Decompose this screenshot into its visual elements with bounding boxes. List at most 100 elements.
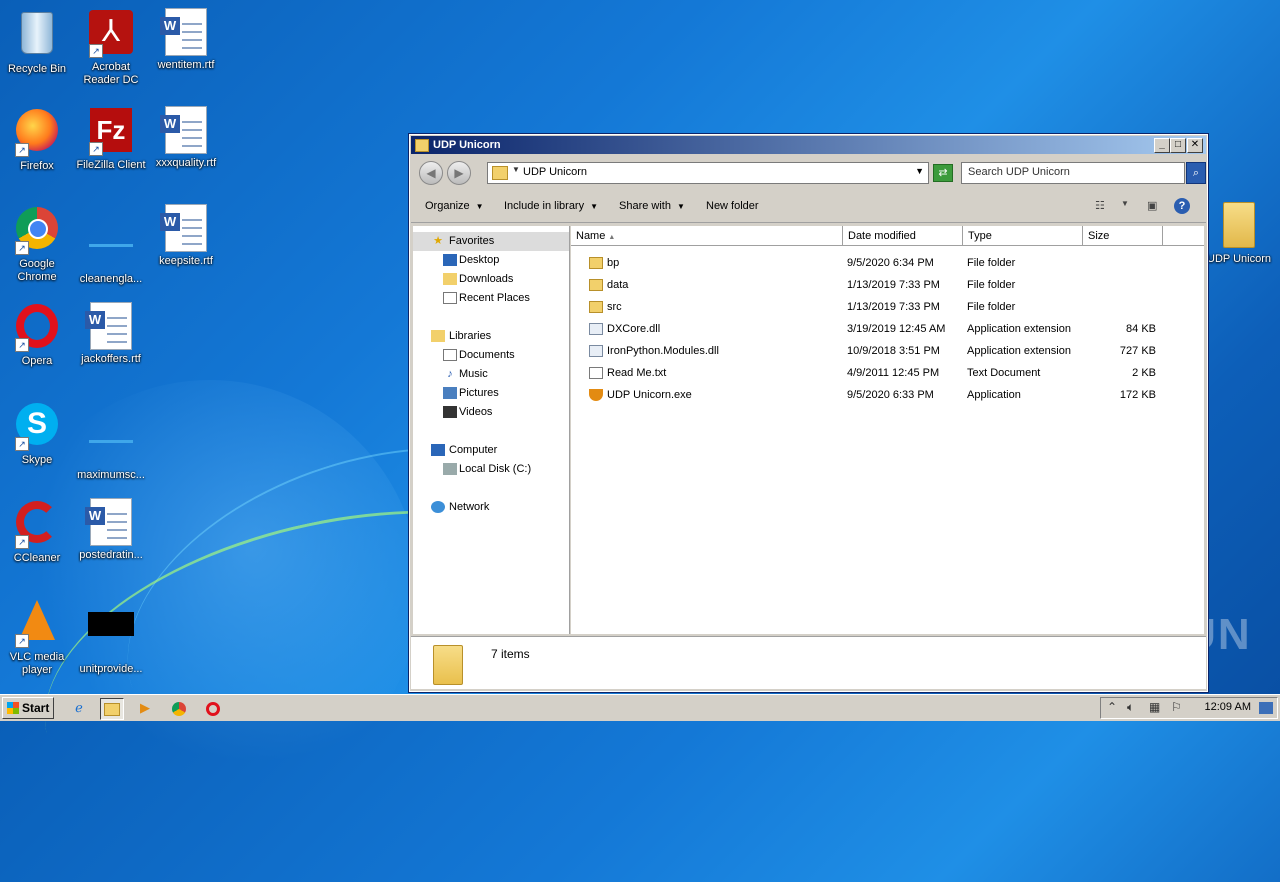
music-icon: ♪ <box>447 368 453 380</box>
file-icon <box>87 418 135 466</box>
opera-icon: ↗ <box>13 304 61 352</box>
pictures-icon <box>443 387 457 399</box>
navigation-pane: ★ Favorites Desktop Downloads Recent Plac… <box>413 226 570 634</box>
desktop-icon-label: Opera <box>21 355 53 367</box>
desktop-icon-cleanengla[interactable]: cleanengla... <box>74 204 148 286</box>
desktop-icon-skype[interactable]: S ↗ Skype <box>0 400 74 467</box>
desktop-icon-label: VLC media player <box>9 651 65 676</box>
word-document-icon: W <box>160 204 210 252</box>
nav-music[interactable]: ♪ Music <box>413 365 569 384</box>
forward-button[interactable]: ▶ <box>447 161 471 185</box>
desktop-icon-acrobat[interactable]: ⅄ ↗ Acrobat Reader DC <box>74 8 148 87</box>
breadcrumb-arrow-icon: ▼ <box>512 165 520 174</box>
close-button[interactable]: ✕ <box>1187 138 1203 153</box>
nav-documents[interactable]: Documents <box>413 346 569 365</box>
clock[interactable]: 12:09 AM <box>1205 701 1251 713</box>
network-status-icon[interactable]: ▦ <box>1149 700 1160 714</box>
back-button[interactable]: ◀ <box>419 161 443 185</box>
column-header-size[interactable]: Size <box>1083 226 1163 246</box>
desktop-icon-chrome[interactable]: ↗ Google Chrome <box>0 204 74 284</box>
file-icon <box>87 612 135 660</box>
preview-pane-icon[interactable]: ▣ <box>1147 199 1161 213</box>
action-center-flag-icon[interactable]: ⚐ <box>1171 700 1182 714</box>
word-document-icon: W <box>160 8 210 56</box>
nav-videos[interactable]: Videos <box>413 403 569 422</box>
show-hidden-icons-icon[interactable]: ⌃ <box>1107 700 1117 714</box>
file-row[interactable]: DXCore.dll 3/19/2019 12:45 AM Applicatio… <box>571 318 1204 340</box>
column-header-date[interactable]: Date modified <box>843 226 963 246</box>
desktop-icon-maximumsc[interactable]: maximumsc... <box>74 400 148 482</box>
desktop-icon-label: maximumsc... <box>77 469 145 481</box>
media-player-icon[interactable]: ▶ <box>134 698 156 718</box>
address-row: ◀ ▶ ▼ UDP Unicorn ▼ ⇄ Search UDP Unicorn… <box>411 156 1206 190</box>
show-desktop-icon[interactable] <box>1259 702 1273 714</box>
application-icon <box>589 389 603 401</box>
column-header-name[interactable]: Name ▲ <box>571 226 843 246</box>
desktop-icon-filezilla[interactable]: Fz ↗ FileZilla Client <box>74 106 148 172</box>
nav-computer[interactable]: Computer <box>413 441 569 460</box>
opera-taskbar-icon[interactable] <box>202 698 224 718</box>
item-count: 7 items <box>491 647 530 661</box>
column-header-extra[interactable] <box>1163 226 1204 246</box>
ccleaner-icon: ↗ <box>13 501 61 549</box>
search-input[interactable]: Search UDP Unicorn ⌕ <box>961 162 1206 184</box>
folder-icon <box>104 703 120 717</box>
new-folder-button[interactable]: New folder <box>706 200 759 212</box>
nav-downloads[interactable]: Downloads <box>413 270 569 289</box>
windows-logo-icon <box>7 702 19 714</box>
nav-local-disk[interactable]: Local Disk (C:) <box>413 460 569 479</box>
nav-recent-places[interactable]: Recent Places <box>413 289 569 308</box>
desktop-icon-recycle-bin[interactable]: Recycle Bin <box>0 8 74 76</box>
internet-explorer-icon[interactable]: ℯ <box>68 698 90 718</box>
desktop-icon-postedratin[interactable]: W postedratin... <box>74 498 148 562</box>
chrome-taskbar-icon[interactable] <box>168 698 190 718</box>
desktop-icon-jackoffers[interactable]: W jackoffers.rtf <box>74 302 148 366</box>
view-options-icon[interactable]: ☷ <box>1095 199 1109 213</box>
refresh-button[interactable]: ⇄ <box>933 164 953 182</box>
explorer-taskbar-button[interactable] <box>100 698 124 720</box>
minimize-button[interactable]: _ <box>1154 138 1170 153</box>
window-title: UDP Unicorn <box>433 139 501 151</box>
start-button[interactable]: Start <box>2 697 54 719</box>
search-icon[interactable]: ⌕ <box>1186 162 1206 184</box>
include-in-library-button[interactable]: Include in library ▼ <box>504 200 598 212</box>
desktop-icon-xxxquality[interactable]: W xxxquality.rtf <box>149 106 223 170</box>
file-row[interactable]: UDP Unicorn.exe 9/5/2020 6:33 PM Applica… <box>571 384 1204 406</box>
command-bar: Organize ▼ Include in library ▼ Share with… <box>411 192 1206 223</box>
address-bar[interactable]: ▼ UDP Unicorn ▼ <box>487 162 929 184</box>
chevron-down-icon[interactable]: ▼ <box>1121 199 1135 213</box>
desktop-icon-label: Firefox <box>20 160 54 172</box>
column-header-type[interactable]: Type <box>963 226 1083 246</box>
nav-network[interactable]: Network <box>413 498 569 517</box>
skype-icon: S ↗ <box>13 403 61 451</box>
file-list: Name ▲ Date modified Type Size bp 9/5/20… <box>571 226 1204 634</box>
share-with-button[interactable]: Share with ▼ <box>619 200 685 212</box>
desktop-icon-unitprovide[interactable]: unitprovide... <box>74 596 148 676</box>
file-row[interactable]: data 1/13/2019 7:33 PM File folder <box>571 274 1204 296</box>
desktop-icon-keepsite[interactable]: W keepsite.rtf <box>149 204 223 268</box>
file-row[interactable]: src 1/13/2019 7:33 PM File folder <box>571 296 1204 318</box>
volume-icon[interactable]: 🔈︎ <box>1127 700 1134 715</box>
desktop-icon-firefox[interactable]: ↗ Firefox <box>0 106 74 173</box>
filezilla-icon: Fz ↗ <box>87 108 135 156</box>
folder-icon <box>589 279 603 291</box>
computer-icon <box>431 444 445 456</box>
nav-favorites[interactable]: ★ Favorites <box>413 232 569 251</box>
file-row[interactable]: bp 9/5/2020 6:34 PM File folder <box>571 252 1204 274</box>
system-tray: ⌃ 🔈︎ ▦ ⚐ 12:09 AM <box>1100 697 1278 719</box>
nav-desktop[interactable]: Desktop <box>413 251 569 270</box>
desktop-icon-ccleaner[interactable]: ↗ CCleaner <box>0 498 74 565</box>
desktop-icon-wentitem[interactable]: W wentitem.rtf <box>149 8 223 72</box>
chevron-down-icon[interactable]: ▼ <box>915 166 924 176</box>
desktop-icon-opera[interactable]: ↗ Opera <box>0 302 74 368</box>
title-bar[interactable]: UDP Unicorn _ □ ✕ <box>411 136 1206 154</box>
nav-libraries[interactable]: Libraries <box>413 327 569 346</box>
desktop-icon-vlc[interactable]: ↗ VLC media player <box>0 596 74 677</box>
organize-button[interactable]: Organize ▼ <box>425 200 484 212</box>
maximize-button[interactable]: □ <box>1170 138 1186 153</box>
file-row[interactable]: IronPython.Modules.dll 10/9/2018 3:51 PM… <box>571 340 1204 362</box>
help-icon[interactable]: ? <box>1174 198 1190 214</box>
nav-pictures[interactable]: Pictures <box>413 384 569 403</box>
desktop-icon-udp-unicorn[interactable]: UDP Unicorn <box>1202 200 1276 266</box>
file-row[interactable]: Read Me.txt 4/9/2011 12:45 PM Text Docum… <box>571 362 1204 384</box>
